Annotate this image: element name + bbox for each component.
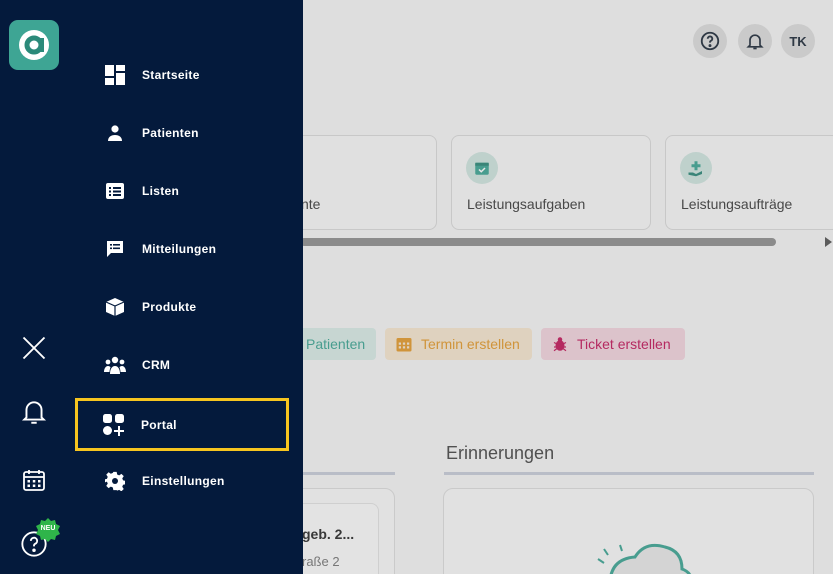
sidebar: NEU Startseite Patienten Listen Mitteilu…: [0, 0, 303, 574]
message-icon: [104, 238, 126, 260]
menu-item-patienten[interactable]: Patienten: [76, 108, 288, 158]
rail-notifications-button[interactable]: [17, 395, 51, 429]
gear-icon: [104, 470, 126, 492]
menu-item-label: Produkte: [142, 300, 197, 314]
close-icon: [22, 336, 46, 360]
bell-icon: [21, 401, 47, 424]
menu-item-crm[interactable]: CRM: [76, 340, 288, 390]
box-icon: [104, 296, 126, 318]
new-badge: NEU: [36, 518, 60, 542]
new-badge-label: NEU: [40, 525, 56, 532]
close-sidebar-button[interactable]: [17, 331, 51, 365]
menu-item-label: Einstellungen: [142, 474, 225, 488]
menu-item-label: Listen: [142, 184, 180, 198]
menu-item-label: Mitteilungen: [142, 242, 217, 256]
menu-item-einstellungen[interactable]: Einstellungen: [76, 456, 288, 506]
menu-item-produkte[interactable]: Produkte: [76, 282, 288, 332]
dashboard-icon: [104, 64, 126, 86]
menu-item-label: CRM: [142, 358, 171, 372]
menu-item-label: Portal: [141, 417, 177, 432]
menu-item-label: Startseite: [142, 68, 200, 82]
rail-calendar-button[interactable]: [17, 463, 51, 497]
apps-add-icon: [103, 413, 125, 436]
menu-item-mitteilungen[interactable]: Mitteilungen: [76, 224, 288, 274]
list-icon: [104, 180, 126, 202]
menu-item-startseite[interactable]: Startseite: [76, 50, 288, 100]
calendar-icon: [23, 470, 45, 491]
person-icon: [104, 122, 126, 144]
menu-item-label: Patienten: [142, 126, 199, 140]
menu-item-portal[interactable]: Portal: [75, 398, 289, 451]
people-icon: [104, 354, 126, 376]
app-logo[interactable]: [9, 20, 59, 70]
menu-item-listen[interactable]: Listen: [76, 166, 288, 216]
logo-icon: [19, 30, 49, 60]
